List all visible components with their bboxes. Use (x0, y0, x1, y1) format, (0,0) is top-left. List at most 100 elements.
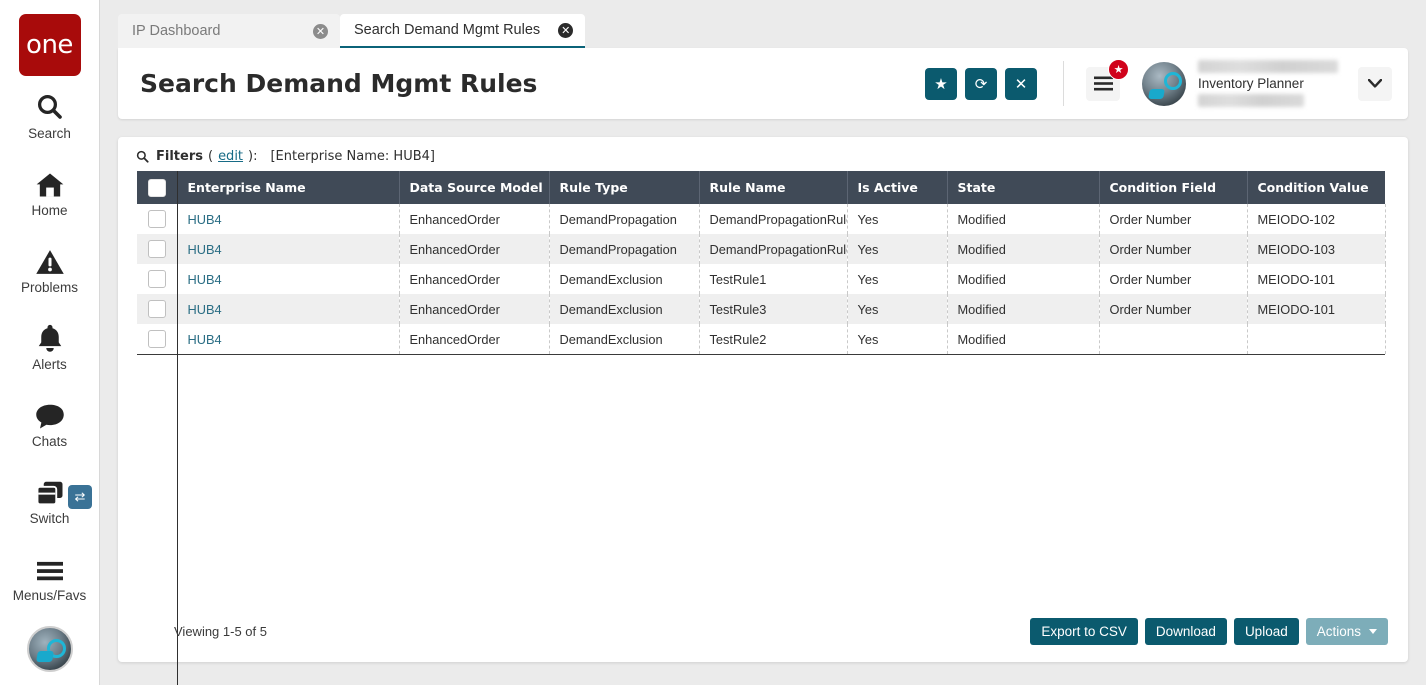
hamburger-icon (1094, 76, 1113, 91)
tab-label: IP Dashboard (132, 23, 220, 39)
cell-rule-type: DemandPropagation (549, 234, 699, 264)
row-checkbox[interactable] (148, 330, 166, 348)
cell-enterprise-name[interactable]: HUB4 (177, 234, 399, 264)
cell-enterprise-name[interactable]: HUB4 (177, 324, 399, 354)
row-checkbox[interactable] (148, 240, 166, 258)
table-row[interactable]: HUB4EnhancedOrderDemandPropagationDemand… (137, 204, 1385, 234)
row-checkbox[interactable] (148, 270, 166, 288)
row-select-cell[interactable] (137, 234, 177, 264)
cell-condition-field: Order Number (1099, 264, 1247, 294)
actions-button[interactable]: Actions (1306, 618, 1388, 645)
favorite-button[interactable]: ★ (925, 68, 957, 100)
column-header-data-source-model[interactable]: Data Source Model (399, 171, 549, 204)
tab-label: Search Demand Mgmt Rules (354, 22, 540, 38)
upload-button[interactable]: Upload (1234, 618, 1299, 645)
cell-data-source-model: EnhancedOrder (399, 264, 549, 294)
sidebar-item-label: Search (28, 126, 71, 141)
select-all-checkbox[interactable] (148, 179, 166, 197)
upload-label: Upload (1245, 624, 1288, 639)
cell-is-active: Yes (847, 264, 947, 294)
cell-data-source-model: EnhancedOrder (399, 294, 549, 324)
cell-condition-field (1099, 324, 1247, 354)
filters-edit-link[interactable]: edit (218, 149, 243, 164)
cell-rule-type: DemandExclusion (549, 324, 699, 354)
sidebar-item-label: Switch (30, 511, 70, 526)
tab-ip-dashboard[interactable]: IP Dashboard ✕ (118, 14, 340, 48)
windows-stack-icon (35, 473, 65, 507)
cell-rule-name: TestRule1 (699, 264, 847, 294)
close-button[interactable]: ✕ (1005, 68, 1037, 100)
results-panel: Filters(edit): [Enterprise Name: HUB4] E… (118, 137, 1408, 662)
select-all-cell[interactable] (137, 171, 177, 204)
avatar[interactable] (27, 626, 73, 672)
cell-condition-value (1247, 324, 1385, 354)
sidebar-item-label: Problems (21, 280, 78, 295)
table-row[interactable]: HUB4EnhancedOrderDemandPropagationDemand… (137, 234, 1385, 264)
cell-state: Modified (947, 204, 1099, 234)
close-icon[interactable]: ✕ (313, 24, 328, 39)
row-checkbox[interactable] (148, 210, 166, 228)
row-select-cell[interactable] (137, 204, 177, 234)
cell-data-source-model: EnhancedOrder (399, 234, 549, 264)
cell-enterprise-name[interactable]: HUB4 (177, 264, 399, 294)
viewing-count: Viewing 1-5 of 5 (174, 624, 1023, 639)
filters-bar: Filters(edit): [Enterprise Name: HUB4] (118, 137, 1408, 171)
cell-condition-value: MEIODO-101 (1247, 264, 1385, 294)
refresh-button[interactable]: ⟳ (965, 68, 997, 100)
cell-rule-type: DemandExclusion (549, 264, 699, 294)
one-network-logo[interactable]: one (19, 14, 81, 76)
row-checkbox[interactable] (148, 300, 166, 318)
cell-condition-field: Order Number (1099, 204, 1247, 234)
logo-text: one (26, 30, 73, 60)
header-menu-button[interactable]: ★ (1086, 67, 1120, 101)
column-header-is-active[interactable]: Is Active (847, 171, 947, 204)
cell-is-active: Yes (847, 234, 947, 264)
column-header-rule-name[interactable]: Rule Name (699, 171, 847, 204)
column-header-condition-field[interactable]: Condition Field (1099, 171, 1247, 204)
download-label: Download (1156, 624, 1216, 639)
table-row[interactable]: HUB4EnhancedOrderDemandExclusionTestRule… (137, 294, 1385, 324)
left-sidebar: one Search Home Problems Alerts Chats (0, 0, 100, 685)
export-to-csv-label: Export to CSV (1041, 624, 1127, 639)
star-icon: ★ (934, 75, 947, 93)
cell-state: Modified (947, 324, 1099, 354)
export-to-csv-button[interactable]: Export to CSV (1030, 618, 1138, 645)
column-header-condition-value[interactable]: Condition Value (1247, 171, 1385, 204)
row-select-cell[interactable] (137, 294, 177, 324)
sidebar-item-home[interactable]: Home (0, 153, 99, 230)
sidebar-item-chats[interactable]: Chats (0, 384, 99, 461)
tab-search-demand-mgmt-rules[interactable]: Search Demand Mgmt Rules ✕ (340, 14, 585, 48)
avatar-jaw-detail (1148, 89, 1165, 99)
sidebar-item-menus-favs[interactable]: Menus/Favs (0, 538, 99, 615)
filters-label: Filters (156, 149, 203, 164)
cell-is-active: Yes (847, 204, 947, 234)
header-divider (1063, 61, 1064, 106)
sidebar-item-search[interactable]: Search (0, 76, 99, 153)
cell-rule-name: DemandPropagationRule1 (699, 204, 847, 234)
refresh-icon: ⟳ (975, 75, 988, 93)
panel-footer: Viewing 1-5 of 5 Export to CSV Download … (118, 600, 1408, 662)
user-avatar[interactable] (1142, 62, 1186, 106)
cell-is-active: Yes (847, 324, 947, 354)
cell-is-active: Yes (847, 294, 947, 324)
sidebar-item-alerts[interactable]: Alerts (0, 307, 99, 384)
swap-arrows-icon[interactable]: ⇄ (68, 485, 92, 509)
sidebar-item-switch[interactable]: ⇄ Switch (0, 461, 99, 538)
cell-enterprise-name[interactable]: HUB4 (177, 204, 399, 234)
row-select-cell[interactable] (137, 324, 177, 354)
user-menu-button[interactable] (1358, 67, 1392, 101)
column-header-state[interactable]: State (947, 171, 1099, 204)
close-icon[interactable]: ✕ (558, 23, 573, 38)
home-icon (34, 165, 66, 199)
warning-triangle-icon (35, 242, 65, 276)
table-row[interactable]: HUB4EnhancedOrderDemandExclusionTestRule… (137, 324, 1385, 354)
column-header-enterprise-name[interactable]: Enterprise Name (177, 171, 399, 204)
download-button[interactable]: Download (1145, 618, 1227, 645)
row-select-cell[interactable] (137, 264, 177, 294)
sidebar-item-problems[interactable]: Problems (0, 230, 99, 307)
sidebar-item-label: Chats (32, 434, 67, 449)
column-header-rule-type[interactable]: Rule Type (549, 171, 699, 204)
table-row[interactable]: HUB4EnhancedOrderDemandExclusionTestRule… (137, 264, 1385, 294)
sidebar-item-label: Menus/Favs (13, 588, 87, 603)
cell-enterprise-name[interactable]: HUB4 (177, 294, 399, 324)
